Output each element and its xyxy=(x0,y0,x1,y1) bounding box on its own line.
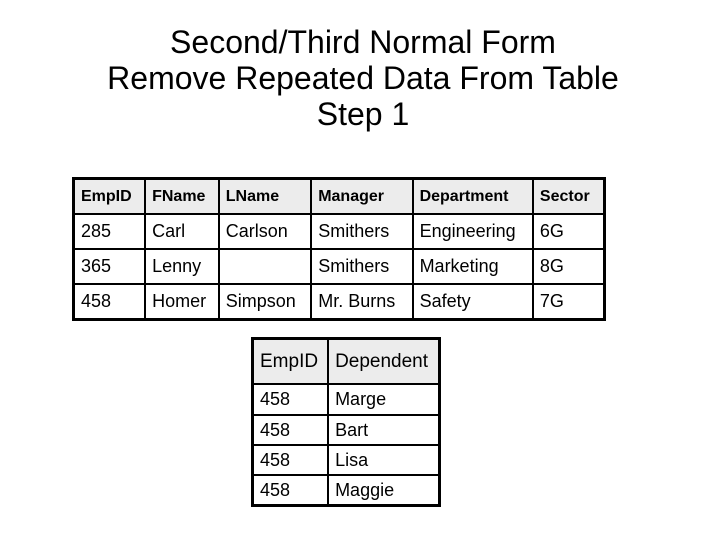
table-header-row: EmpID FName LName Manager Department Sec… xyxy=(72,177,606,215)
cell-sector: 7G xyxy=(531,283,606,321)
table-row: 458 Marge xyxy=(251,383,441,416)
cell-empid: 458 xyxy=(251,383,330,416)
column-header-manager: Manager xyxy=(310,177,414,215)
column-header-dependent: Dependent xyxy=(327,337,441,385)
title-line: Remove Repeated Data From Table xyxy=(107,60,619,96)
table-header-row: EmpID Dependent xyxy=(251,337,441,385)
cell-manager: Smithers xyxy=(310,248,414,285)
cell-lname xyxy=(217,248,313,285)
slide-title: Second/Third Normal Form Remove Repeated… xyxy=(0,24,720,132)
cell-sector: 6G xyxy=(531,213,606,250)
cell-lname: Simpson xyxy=(217,283,313,321)
cell-department: Marketing xyxy=(411,248,534,285)
cell-empid: 458 xyxy=(72,283,147,321)
employee-table: EmpID FName LName Manager Department Sec… xyxy=(72,177,606,321)
table-row: 458 Lisa xyxy=(251,444,441,476)
column-header-lname: LName xyxy=(217,177,313,215)
cell-department: Engineering xyxy=(411,213,534,250)
column-header-empid: EmpID xyxy=(251,337,330,385)
cell-manager: Smithers xyxy=(310,213,414,250)
cell-fname: Lenny xyxy=(144,248,220,285)
cell-empid: 458 xyxy=(251,474,330,507)
cell-dependent: Marge xyxy=(327,383,441,416)
cell-empid: 458 xyxy=(251,414,330,446)
table-row: 458 Bart xyxy=(251,414,441,446)
cell-dependent: Bart xyxy=(327,414,441,446)
title-line: Second/Third Normal Form xyxy=(170,24,556,60)
dependent-table: EmpID Dependent 458 Marge 458 Bart 458 L… xyxy=(251,337,441,507)
table-row: 285 Carl Carlson Smithers Engineering 6G xyxy=(72,213,606,250)
cell-empid: 365 xyxy=(72,248,147,285)
title-line: Step 1 xyxy=(316,96,410,132)
cell-fname: Carl xyxy=(144,213,220,250)
table-row: 365 Lenny Smithers Marketing 8G xyxy=(72,248,606,285)
column-header-fname: FName xyxy=(144,177,220,215)
cell-lname: Carlson xyxy=(217,213,313,250)
cell-dependent: Maggie xyxy=(327,474,441,507)
cell-sector: 8G xyxy=(531,248,606,285)
cell-department: Safety xyxy=(411,283,534,321)
column-header-sector: Sector xyxy=(531,177,606,215)
cell-empid: 285 xyxy=(72,213,147,250)
cell-empid: 458 xyxy=(251,444,330,476)
column-header-empid: EmpID xyxy=(72,177,147,215)
column-header-department: Department xyxy=(411,177,534,215)
cell-manager: Mr. Burns xyxy=(310,283,414,321)
cell-dependent: Lisa xyxy=(327,444,441,476)
table-row: 458 Homer Simpson Mr. Burns Safety 7G xyxy=(72,283,606,321)
table-row: 458 Maggie xyxy=(251,474,441,507)
cell-fname: Homer xyxy=(144,283,220,321)
